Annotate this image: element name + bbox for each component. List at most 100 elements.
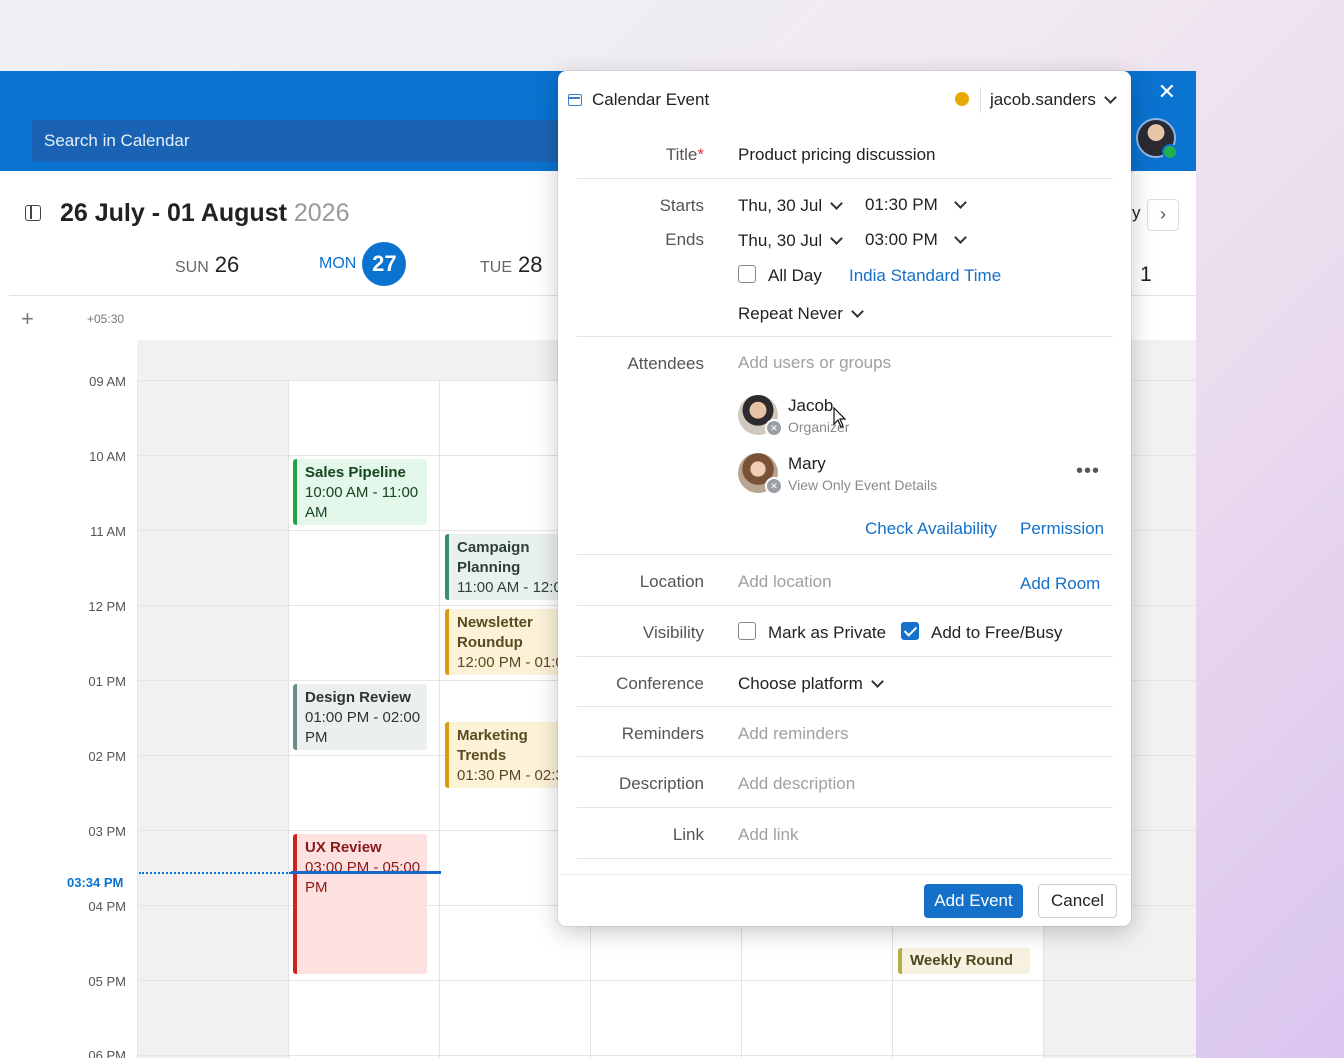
all-day-checkbox[interactable] xyxy=(738,265,756,283)
day-name: MON xyxy=(319,255,357,273)
repeat-dropdown[interactable]: Repeat Never xyxy=(738,304,864,324)
day-column[interactable] xyxy=(137,296,289,1058)
time-label: 11 AM xyxy=(90,524,126,539)
time-label: 06 PM xyxy=(88,1048,126,1058)
peek-header-text: y xyxy=(1132,203,1141,222)
divider xyxy=(577,756,1113,757)
attendees-label: Attendees xyxy=(627,354,704,373)
timezone-link[interactable]: India Standard Time xyxy=(849,266,1001,286)
sidebar-toggle-icon[interactable] xyxy=(25,205,41,221)
start-date-picker[interactable]: Thu, 30 Jul xyxy=(738,196,843,216)
time-label: 01 PM xyxy=(88,674,126,689)
calendar-event[interactable]: Weekly Round xyxy=(898,948,1030,974)
current-time-indicator xyxy=(139,872,291,874)
event-title: Weekly Round xyxy=(910,952,1014,969)
divider xyxy=(577,605,1113,606)
time-label: 12 PM xyxy=(88,599,126,614)
visibility-label: Visibility xyxy=(642,623,704,642)
check-availability-link[interactable]: Check Availability xyxy=(865,519,997,539)
divider xyxy=(577,706,1113,707)
calendar-event[interactable]: UX Review 03:00 PM - 05:00 PM xyxy=(293,834,427,974)
peek-day-number: 1 xyxy=(1140,263,1152,286)
calendar-event[interactable]: Design Review 01:00 PM - 02:00 PM xyxy=(293,684,427,750)
link-input[interactable]: Add link xyxy=(738,825,798,845)
close-icon[interactable]: ✕ xyxy=(1158,79,1176,105)
current-time-indicator-today xyxy=(291,871,441,874)
start-time-picker[interactable]: 01:30 PM xyxy=(865,195,967,215)
time-label: 04 PM xyxy=(88,899,126,914)
required-marker: * xyxy=(697,145,704,164)
event-title: Design Review xyxy=(305,689,411,706)
repeat-value: Repeat Never xyxy=(738,304,843,323)
calendar-event[interactable]: Sales Pipeline 10:00 AM - 11:00 AM xyxy=(293,459,427,525)
online-status-icon xyxy=(1162,144,1178,160)
next-week-button[interactable]: › xyxy=(1147,199,1179,231)
description-input[interactable]: Add description xyxy=(738,774,855,794)
mark-private-checkbox[interactable] xyxy=(738,622,756,640)
dialog-header: Calendar Event jacob.sanders xyxy=(558,71,1131,129)
chevron-down-icon xyxy=(1103,91,1117,104)
permission-link[interactable]: Permission xyxy=(1020,519,1104,539)
event-time: 10:00 AM - 11:00 AM xyxy=(305,484,419,521)
account-selector[interactable]: jacob.sanders xyxy=(990,90,1117,110)
search-input[interactable]: Search in Calendar xyxy=(32,120,592,162)
add-room-link[interactable]: Add Room xyxy=(1020,574,1100,594)
chevron-down-icon xyxy=(830,232,843,245)
end-time-picker[interactable]: 03:00 PM xyxy=(865,230,967,250)
day-number: 28 xyxy=(518,252,543,277)
location-input[interactable]: Add location xyxy=(738,572,832,592)
hour-line xyxy=(137,980,1196,981)
all-day-label: All Day xyxy=(768,266,822,285)
conference-label: Conference xyxy=(616,674,704,693)
day-number: 26 xyxy=(214,252,240,277)
attendee-name: Jacob xyxy=(788,396,834,415)
event-time: 01:00 PM - 02:00 PM xyxy=(305,709,421,746)
description-label: Description xyxy=(618,774,704,793)
free-busy-checkbox[interactable] xyxy=(901,622,919,640)
hour-line xyxy=(137,1055,1196,1056)
calendar-event-dialog: Calendar Event jacob.sanders Title* Prod… xyxy=(558,71,1131,926)
attendee-name: Mary xyxy=(788,454,826,473)
reminders-label: Reminders xyxy=(621,724,704,743)
day-name: TUE xyxy=(480,259,512,276)
end-date-picker[interactable]: Thu, 30 Jul xyxy=(738,231,843,251)
time-label: 05 PM xyxy=(88,974,126,989)
more-options-icon[interactable]: ••• xyxy=(1076,460,1100,483)
remove-attendee-icon[interactable]: ✕ xyxy=(765,477,783,495)
event-title: Sales Pipeline xyxy=(305,464,406,481)
event-time: 03:00 PM - 05:00 PM xyxy=(305,859,421,896)
chevron-down-icon xyxy=(870,675,884,688)
dialog-title: Calendar Event xyxy=(592,90,710,109)
current-time-label: 03:34 PM xyxy=(67,875,124,890)
divider xyxy=(577,858,1113,859)
reminders-input[interactable]: Add reminders xyxy=(738,724,849,744)
title-input[interactable]: Product pricing discussion xyxy=(738,145,935,165)
cancel-button[interactable]: Cancel xyxy=(1038,884,1117,918)
status-dot-icon xyxy=(955,92,969,106)
range-label: 26 July - 01 August xyxy=(60,199,287,227)
attendees-input[interactable]: Add users or groups xyxy=(738,353,891,373)
free-busy-label: Add to Free/Busy xyxy=(931,623,1063,642)
attendee-role: View Only Event Details xyxy=(788,477,938,493)
divider xyxy=(577,656,1113,657)
day-header-tue[interactable]: TUE 28 xyxy=(480,252,542,278)
day-header-mon[interactable]: MON 27 xyxy=(319,242,407,286)
divider xyxy=(577,554,1113,555)
end-time: 03:00 PM xyxy=(865,230,938,249)
conference-value: Choose platform xyxy=(738,674,863,693)
add-event-button[interactable]: Add Event xyxy=(924,884,1023,918)
start-time: 01:30 PM xyxy=(865,195,938,214)
calendar-icon xyxy=(568,94,582,106)
day-header-sun[interactable]: SUN 26 xyxy=(175,252,239,278)
remove-attendee-icon[interactable]: ✕ xyxy=(765,419,783,437)
title-label-text: Title xyxy=(665,145,698,164)
time-label: 10 AM xyxy=(89,449,126,464)
chevron-down-icon xyxy=(953,231,967,244)
chevron-down-icon xyxy=(851,305,864,318)
time-label: 09 AM xyxy=(89,374,126,389)
conference-dropdown[interactable]: Choose platform xyxy=(738,674,884,694)
mark-private-label: Mark as Private xyxy=(768,623,887,642)
ends-label: Ends xyxy=(665,230,704,249)
user-avatar[interactable] xyxy=(1136,118,1178,160)
chevron-down-icon xyxy=(830,197,843,210)
